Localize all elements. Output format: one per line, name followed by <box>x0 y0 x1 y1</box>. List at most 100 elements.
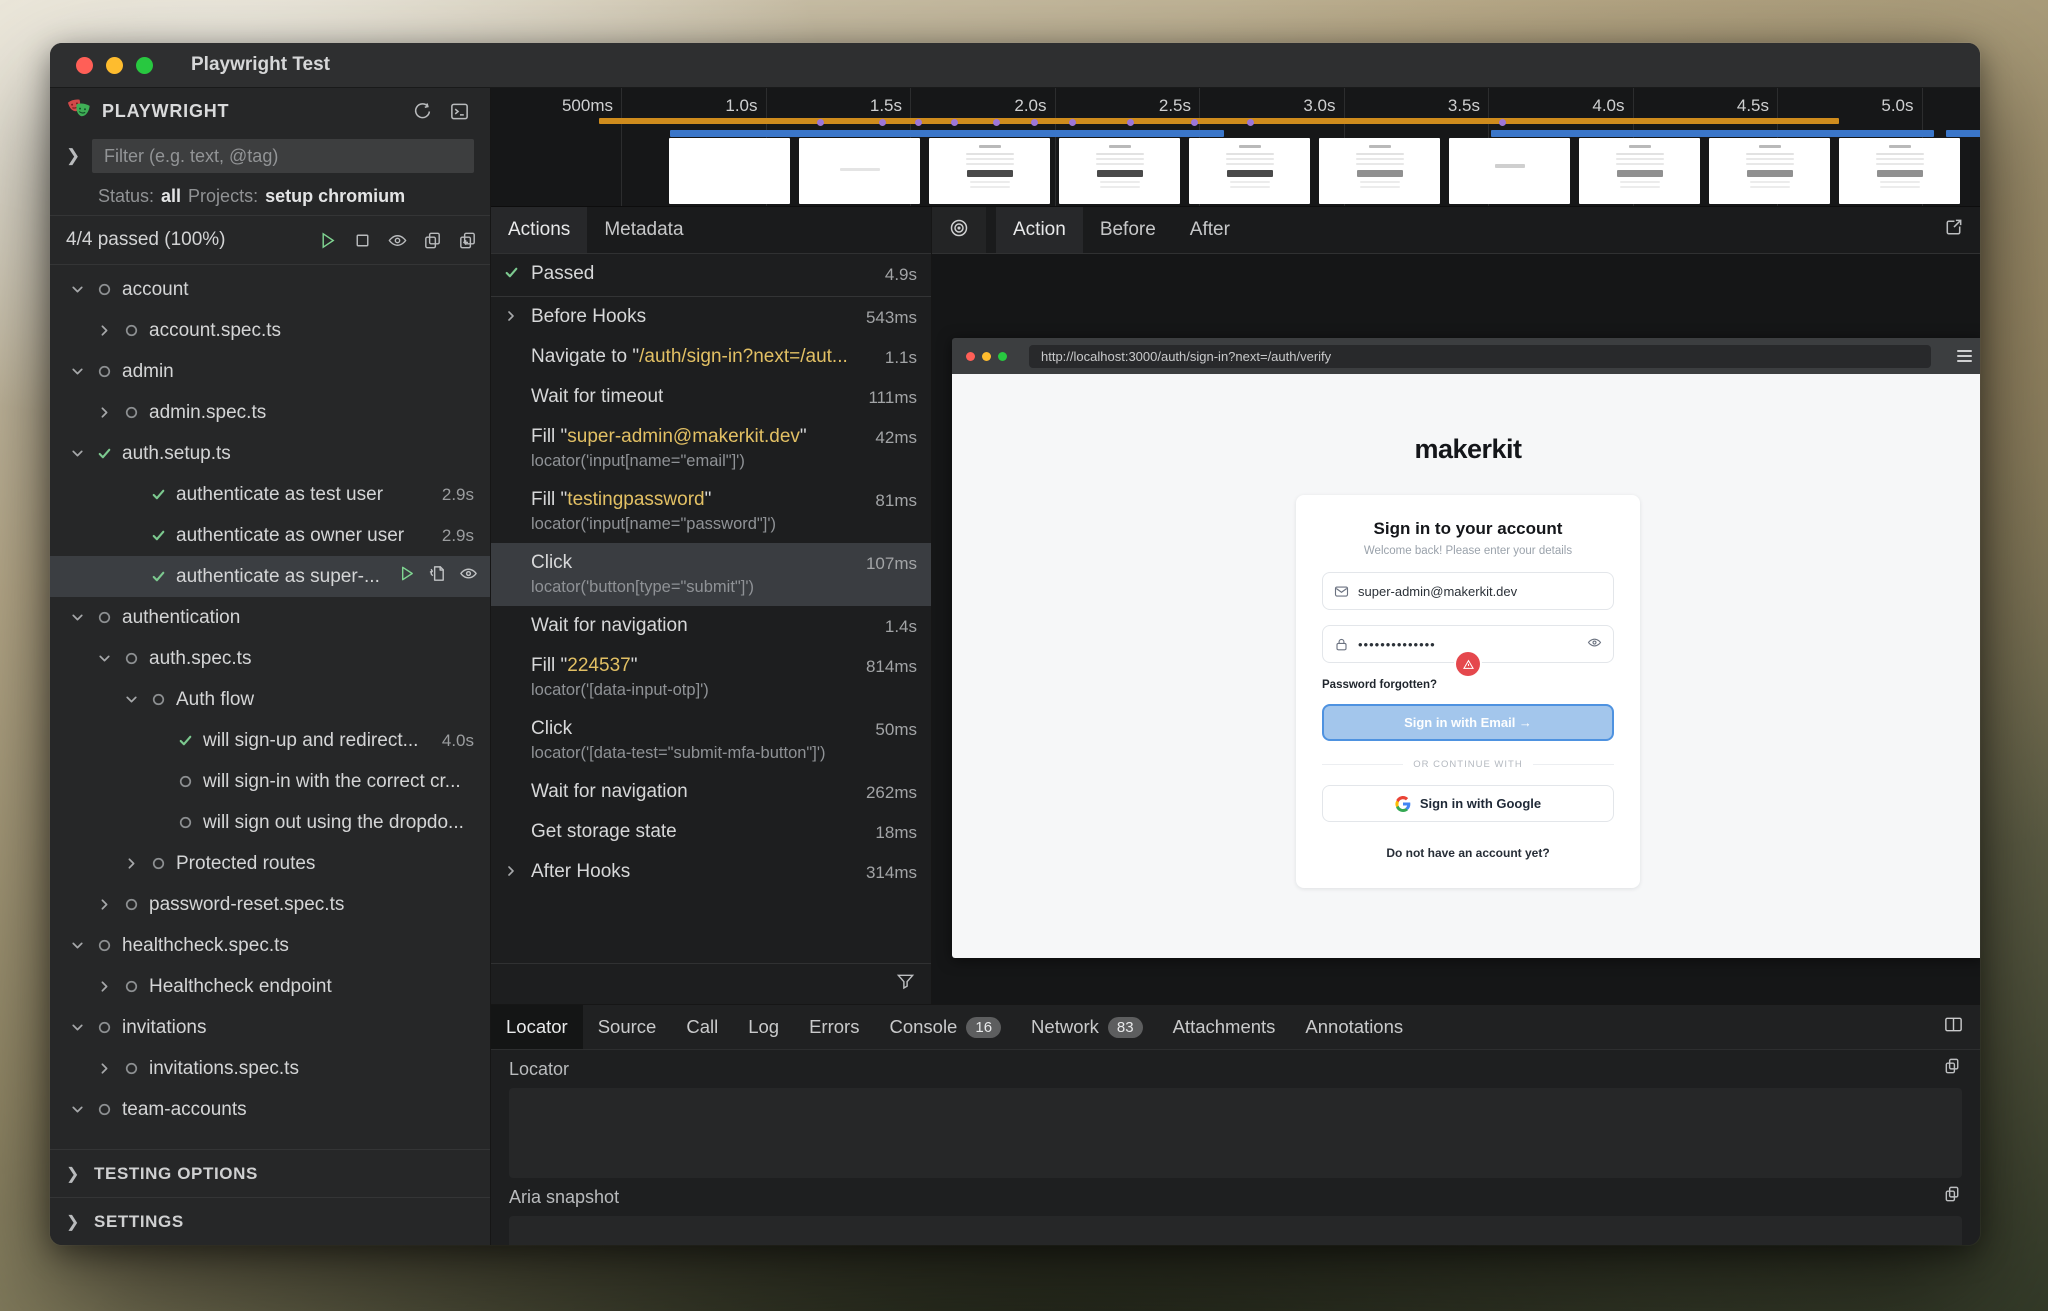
action-row-click[interactable]: Clicklocator('[data-test="submit-mfa-but… <box>491 709 931 772</box>
terminal-icon[interactable] <box>445 97 474 126</box>
tree-item-team-accounts[interactable]: team-accounts <box>50 1089 490 1130</box>
menu-icon[interactable] <box>1957 350 1972 362</box>
filter-funnel-icon[interactable] <box>896 972 915 996</box>
tree-item-invitations-spec-ts[interactable]: invitations.spec.ts <box>50 1048 490 1089</box>
chevron-down-icon[interactable] <box>64 1101 91 1118</box>
signup-link[interactable]: Do not have an account yet? <box>1322 846 1614 860</box>
expand-all-icon[interactable] <box>457 230 478 251</box>
status-row[interactable]: Status: all Projects: setup chromium <box>50 177 490 215</box>
columns-icon[interactable] <box>1943 1014 1964 1040</box>
chevron-down-icon[interactable] <box>64 445 91 462</box>
tab-attachments[interactable]: Attachments <box>1158 1005 1291 1049</box>
chevron-right-icon[interactable] <box>91 978 118 995</box>
chevron-right-icon[interactable] <box>91 1060 118 1077</box>
tab-before[interactable]: Before <box>1083 207 1173 253</box>
filmstrip-thumbnail[interactable] <box>929 138 1050 204</box>
tab-after[interactable]: After <box>1173 207 1247 253</box>
external-link-icon[interactable] <box>1943 217 1964 243</box>
action-row-passed[interactable]: Passed4.9s <box>491 254 931 297</box>
action-row-wait-for-navigation[interactable]: Wait for navigation262ms <box>491 772 931 812</box>
close-window-button[interactable] <box>76 57 93 74</box>
open-source-icon[interactable] <box>428 564 447 589</box>
timeline-strip[interactable]: 500ms1.0s1.5s2.0s2.5s3.0s3.5s4.0s4.5s5.0… <box>491 88 1980 207</box>
forgot-password-link[interactable]: Password forgotten? <box>1322 679 1614 691</box>
tree-item-authentication[interactable]: authentication <box>50 597 490 638</box>
action-row-after-hooks[interactable]: After Hooks314ms <box>491 852 931 892</box>
filmstrip-thumbnail[interactable] <box>1189 138 1310 204</box>
tree-item-authenticate-as-test-user[interactable]: authenticate as test user2.9s <box>50 474 490 515</box>
tree-item-will-sign-out-using-the-dropdo-[interactable]: will sign out using the dropdo... <box>50 802 490 843</box>
stop-icon[interactable] <box>352 230 373 251</box>
chevron-down-icon[interactable] <box>64 937 91 954</box>
tab-locator[interactable]: Locator <box>491 1005 583 1049</box>
tree-item-admin[interactable]: admin <box>50 351 490 392</box>
maximize-window-button[interactable] <box>136 57 153 74</box>
tab-metadata[interactable]: Metadata <box>587 207 700 253</box>
chevron-right-icon[interactable] <box>91 322 118 339</box>
tab-actions[interactable]: Actions <box>491 207 587 253</box>
show-password-eye-icon[interactable] <box>1587 635 1602 653</box>
filter-input[interactable] <box>92 139 474 173</box>
action-row-fill[interactable]: Fill "224537"locator('[data-input-otp]')… <box>491 646 931 709</box>
tab-network[interactable]: Network83 <box>1016 1005 1158 1049</box>
filmstrip-thumbnail[interactable] <box>1059 138 1180 204</box>
action-row-before-hooks[interactable]: Before Hooks543ms <box>491 297 931 337</box>
aria-snapshot-editor[interactable] <box>509 1216 1962 1245</box>
target-icon[interactable] <box>948 217 970 244</box>
tree-item-account-spec-ts[interactable]: account.spec.ts <box>50 310 490 351</box>
filmstrip-thumbnail[interactable] <box>1839 138 1960 204</box>
section-settings[interactable]: ❯ SETTINGS <box>50 1197 490 1245</box>
tree-item-authenticate-as-super-[interactable]: authenticate as super-... <box>50 556 490 597</box>
tree-item-authenticate-as-owner-user[interactable]: authenticate as owner user2.9s <box>50 515 490 556</box>
filmstrip-thumbnail[interactable] <box>1709 138 1830 204</box>
minimize-window-button[interactable] <box>106 57 123 74</box>
action-row-click[interactable]: Clicklocator('button[type="submit"]')107… <box>491 543 931 606</box>
tree-item-healthcheck-spec-ts[interactable]: healthcheck.spec.ts <box>50 925 490 966</box>
chevron-down-icon[interactable] <box>64 1019 91 1036</box>
collapse-all-icon[interactable] <box>422 230 443 251</box>
filmstrip-thumbnail[interactable] <box>1449 138 1570 204</box>
tree-item-password-reset-spec-ts[interactable]: password-reset.spec.ts <box>50 884 490 925</box>
chevron-right-icon[interactable] <box>91 896 118 913</box>
signin-email-button[interactable]: Sign in with Email → <box>1322 704 1614 741</box>
watch-test-icon[interactable] <box>459 564 478 589</box>
tree-item-auth-flow[interactable]: Auth flow <box>50 679 490 720</box>
tab-source[interactable]: Source <box>583 1005 672 1049</box>
tree-item-protected-routes[interactable]: Protected routes <box>50 843 490 884</box>
copy-icon[interactable] <box>1943 1057 1962 1081</box>
tab-call[interactable]: Call <box>671 1005 733 1049</box>
watch-all-icon[interactable] <box>387 230 408 251</box>
chevron-down-icon[interactable] <box>64 609 91 626</box>
chevron-down-icon[interactable] <box>91 650 118 667</box>
filmstrip-thumbnail[interactable] <box>1579 138 1700 204</box>
action-row-wait-for-navigation[interactable]: Wait for navigation1.4s <box>491 606 931 646</box>
url-bar[interactable]: http://localhost:3000/auth/sign-in?next=… <box>1029 345 1931 368</box>
tree-item-account[interactable]: account <box>50 269 490 310</box>
tab-annotations[interactable]: Annotations <box>1290 1005 1418 1049</box>
action-row-fill[interactable]: Fill "testingpassword"locator('input[nam… <box>491 480 931 543</box>
email-field[interactable]: super-admin@makerkit.dev <box>1322 572 1614 610</box>
tree-item-will-sign-in-with-the-correct-cr-[interactable]: will sign-in with the correct cr... <box>50 761 490 802</box>
chevron-right-icon[interactable] <box>503 861 531 883</box>
chevron-down-icon[interactable] <box>64 363 91 380</box>
tab-console[interactable]: Console16 <box>874 1005 1016 1049</box>
action-row-get-storage-state[interactable]: Get storage state18ms <box>491 812 931 852</box>
filter-expand-icon[interactable]: ❯ <box>66 146 92 166</box>
copy-icon[interactable] <box>1943 1185 1962 1209</box>
tree-item-healthcheck-endpoint[interactable]: Healthcheck endpoint <box>50 966 490 1007</box>
run-all-icon[interactable] <box>317 230 338 251</box>
signin-google-button[interactable]: Sign in with Google <box>1322 785 1614 822</box>
filmstrip-thumbnail[interactable] <box>799 138 920 204</box>
tree-item-auth-setup-ts[interactable]: auth.setup.ts <box>50 433 490 474</box>
chevron-right-icon[interactable] <box>91 404 118 421</box>
tab-log[interactable]: Log <box>733 1005 794 1049</box>
chevron-down-icon[interactable] <box>64 281 91 298</box>
refresh-icon[interactable] <box>408 97 437 126</box>
tab-action[interactable]: Action <box>996 207 1083 253</box>
action-row-navigate-to[interactable]: Navigate to "/auth/sign-in?next=/aut...1… <box>491 337 931 377</box>
tree-item-invitations[interactable]: invitations <box>50 1007 490 1048</box>
tab-errors[interactable]: Errors <box>794 1005 874 1049</box>
chevron-right-icon[interactable] <box>503 306 531 328</box>
filmstrip-thumbnail[interactable] <box>1319 138 1440 204</box>
tree-item-admin-spec-ts[interactable]: admin.spec.ts <box>50 392 490 433</box>
